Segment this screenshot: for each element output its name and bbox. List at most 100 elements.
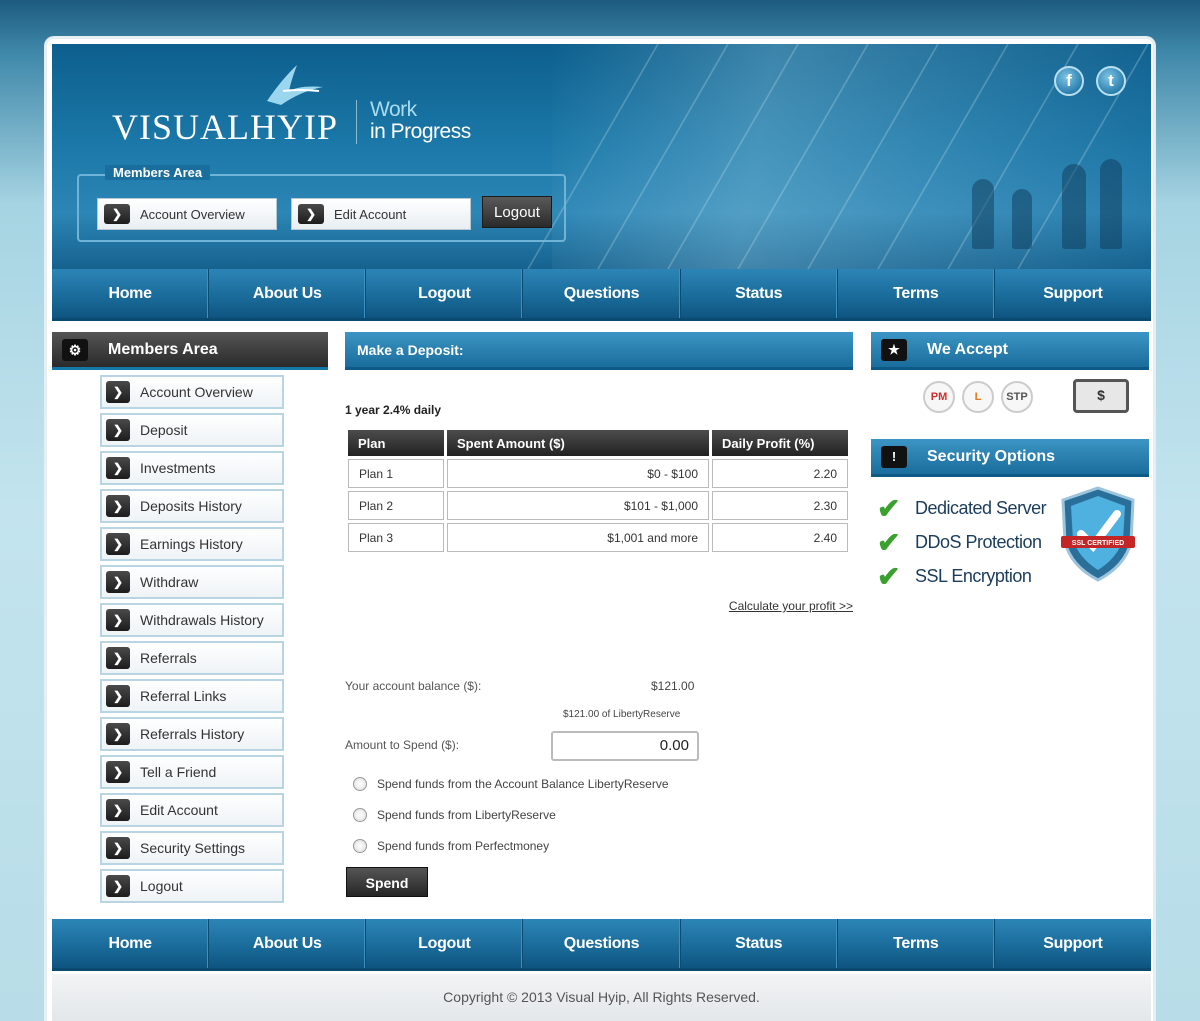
security-item: ✔ DDoS Protection <box>877 525 1046 559</box>
members-area-legend: Members Area <box>105 165 211 180</box>
security-item: ✔ SSL Encryption <box>877 559 1046 593</box>
nav-status[interactable]: Status <box>681 269 838 318</box>
footer-nav-about-us[interactable]: About Us <box>209 919 367 968</box>
ssl-shield-icon: SSL CERTIFIED <box>1061 486 1135 582</box>
logo-text[interactable]: VISUALHYIP <box>112 106 338 148</box>
chevron-right-icon: ❯ <box>106 837 130 859</box>
sidebar-item-referral-links[interactable]: ❯ Referral Links <box>100 679 284 713</box>
nav-home[interactable]: Home <box>52 269 210 318</box>
sidebar-item-referrals-history[interactable]: ❯ Referrals History <box>100 717 284 751</box>
option-label: Spend funds from Perfectmoney <box>377 839 550 853</box>
exclamation-icon: ! <box>881 445 907 468</box>
sidebar-item-label: Withdraw <box>140 574 199 590</box>
site-header: VISUALHYIP Work in Progress f t Members … <box>52 44 1151 269</box>
header-members-box: Members Area ❯ Account Overview ❯ Edit A… <box>77 165 566 242</box>
facebook-icon[interactable]: f <box>1054 66 1084 96</box>
edit-account-label: Edit Account <box>334 206 407 222</box>
sidebar-header: ⚙ Members Area <box>52 332 328 370</box>
sidebar-item-label: Referral Links <box>140 688 227 704</box>
nav-questions[interactable]: Questions <box>523 269 681 318</box>
deposit-title: Make a Deposit: <box>357 341 464 358</box>
footer-nav-logout[interactable]: Logout <box>366 919 524 968</box>
footer-nav-status[interactable]: Status <box>681 919 838 968</box>
chevron-right-icon: ❯ <box>106 381 130 403</box>
tagline-line2: in Progress <box>370 120 471 143</box>
nav-logout[interactable]: Logout <box>366 269 524 318</box>
amount-cell: $0 - $100 <box>447 459 709 488</box>
profit-cell: 2.20 <box>712 459 848 488</box>
footer-nav-support[interactable]: Support <box>995 919 1151 968</box>
header-logout-button[interactable]: Logout <box>482 196 552 228</box>
amount-input[interactable]: 0.00 <box>551 731 699 761</box>
plan-cell: Plan 1 <box>348 459 444 488</box>
chevron-right-icon: ❯ <box>106 685 130 707</box>
spend-button[interactable]: Spend <box>346 867 428 897</box>
balance-label: Your account balance ($): <box>345 679 482 693</box>
nav-terms[interactable]: Terms <box>838 269 995 318</box>
amount-cell: $101 - $1,000 <box>447 491 709 520</box>
option-label: Spend funds from LibertyReserve <box>377 808 556 822</box>
option-perfectmoney[interactable]: Spend funds from Perfectmoney <box>353 839 549 853</box>
twitter-icon[interactable]: t <box>1096 66 1126 96</box>
option-account-balance[interactable]: Spend funds from the Account Balance Lib… <box>353 777 669 791</box>
sidebar-item-label: Tell a Friend <box>140 764 217 780</box>
security-item-label: SSL Encryption <box>915 565 1032 586</box>
sidebar-item-edit-account[interactable]: ❯ Edit Account <box>100 793 284 827</box>
profit-cell: 2.30 <box>712 491 848 520</box>
footer: Copyright © 2013 Visual Hyip, All Rights… <box>52 974 1151 1021</box>
sidebar-item-tell-a-friend[interactable]: ❯ Tell a Friend <box>100 755 284 789</box>
sidebar-item-label: Referrals History <box>140 726 245 742</box>
chevron-right-icon: ❯ <box>106 723 130 745</box>
sidebar-item-security-settings[interactable]: ❯ Security Settings <box>100 831 284 865</box>
sidebar-item-deposit[interactable]: ❯ Deposit <box>100 413 284 447</box>
nav-about-us[interactable]: About Us <box>209 269 367 318</box>
bottom-nav: Home About Us Logout Questions Status Te… <box>52 919 1151 971</box>
radio-button[interactable] <box>353 808 367 822</box>
radio-button[interactable] <box>353 839 367 853</box>
footer-nav-home[interactable]: Home <box>52 919 210 968</box>
calculate-profit-link[interactable]: Calculate your profit >> <box>729 599 853 613</box>
sidebar-item-label: Deposits History <box>140 498 242 514</box>
libertyreserve-icon: L <box>962 381 994 413</box>
sidebar-item-investments[interactable]: ❯ Investments <box>100 451 284 485</box>
security-item-label: DDoS Protection <box>915 531 1042 552</box>
we-accept-header: ★ We Accept <box>871 332 1149 370</box>
chevron-right-icon: ❯ <box>104 204 130 224</box>
sidebar-item-label: Edit Account <box>140 802 218 818</box>
we-accept-title: We Accept <box>927 340 1008 358</box>
option-libertyreserve[interactable]: Spend funds from LibertyReserve <box>353 808 556 822</box>
check-icon: ✔ <box>877 560 900 592</box>
table-row: Plan 3 $1,001 and more 2.40 <box>348 523 848 552</box>
edit-account-button[interactable]: ❯ Edit Account <box>291 198 471 230</box>
chevron-right-icon: ❯ <box>106 799 130 821</box>
balance-source: $121.00 of LibertyReserve <box>563 709 681 720</box>
check-icon: ✔ <box>877 526 900 558</box>
radio-button[interactable] <box>353 777 367 791</box>
sidebar-item-account-overview[interactable]: ❯ Account Overview <box>100 375 284 409</box>
sidebar-item-referrals[interactable]: ❯ Referrals <box>100 641 284 675</box>
chevron-right-icon: ❯ <box>106 761 130 783</box>
chevron-right-icon: ❯ <box>106 533 130 555</box>
table-row: Plan 1 $0 - $100 2.20 <box>348 459 848 488</box>
sidebar-item-label: Investments <box>140 460 216 476</box>
footer-nav-terms[interactable]: Terms <box>838 919 995 968</box>
sidebar-item-label: Deposit <box>140 422 188 438</box>
security-title: Security Options <box>927 447 1056 465</box>
sidebar-item-logout[interactable]: ❯ Logout <box>100 869 284 903</box>
tagline-line1: Work <box>370 98 417 121</box>
option-label: Spend funds from the Account Balance Lib… <box>377 777 669 791</box>
table-header: Plan <box>348 430 444 456</box>
sidebar-item-withdrawals-history[interactable]: ❯ Withdrawals History <box>100 603 284 637</box>
security-item: ✔ Dedicated Server <box>877 491 1047 525</box>
sidebar-item-deposits-history[interactable]: ❯ Deposits History <box>100 489 284 523</box>
sidebar-item-withdraw[interactable]: ❯ Withdraw <box>100 565 284 599</box>
nav-support[interactable]: Support <box>995 269 1151 318</box>
account-overview-button[interactable]: ❯ Account Overview <box>97 198 277 230</box>
footer-nav-questions[interactable]: Questions <box>523 919 681 968</box>
table-header: Daily Profit (%) <box>712 430 848 456</box>
sidebar-item-earnings-history[interactable]: ❯ Earnings History <box>100 527 284 561</box>
logo-bird-icon <box>267 65 323 105</box>
amount-cell: $1,001 and more <box>447 523 709 552</box>
sidebar-menu: ❯ Account Overview ❯ Deposit ❯ Investments … <box>100 375 284 907</box>
security-list: ✔ Dedicated Server ✔ DDoS Protection ✔ SSL … <box>877 491 1047 593</box>
